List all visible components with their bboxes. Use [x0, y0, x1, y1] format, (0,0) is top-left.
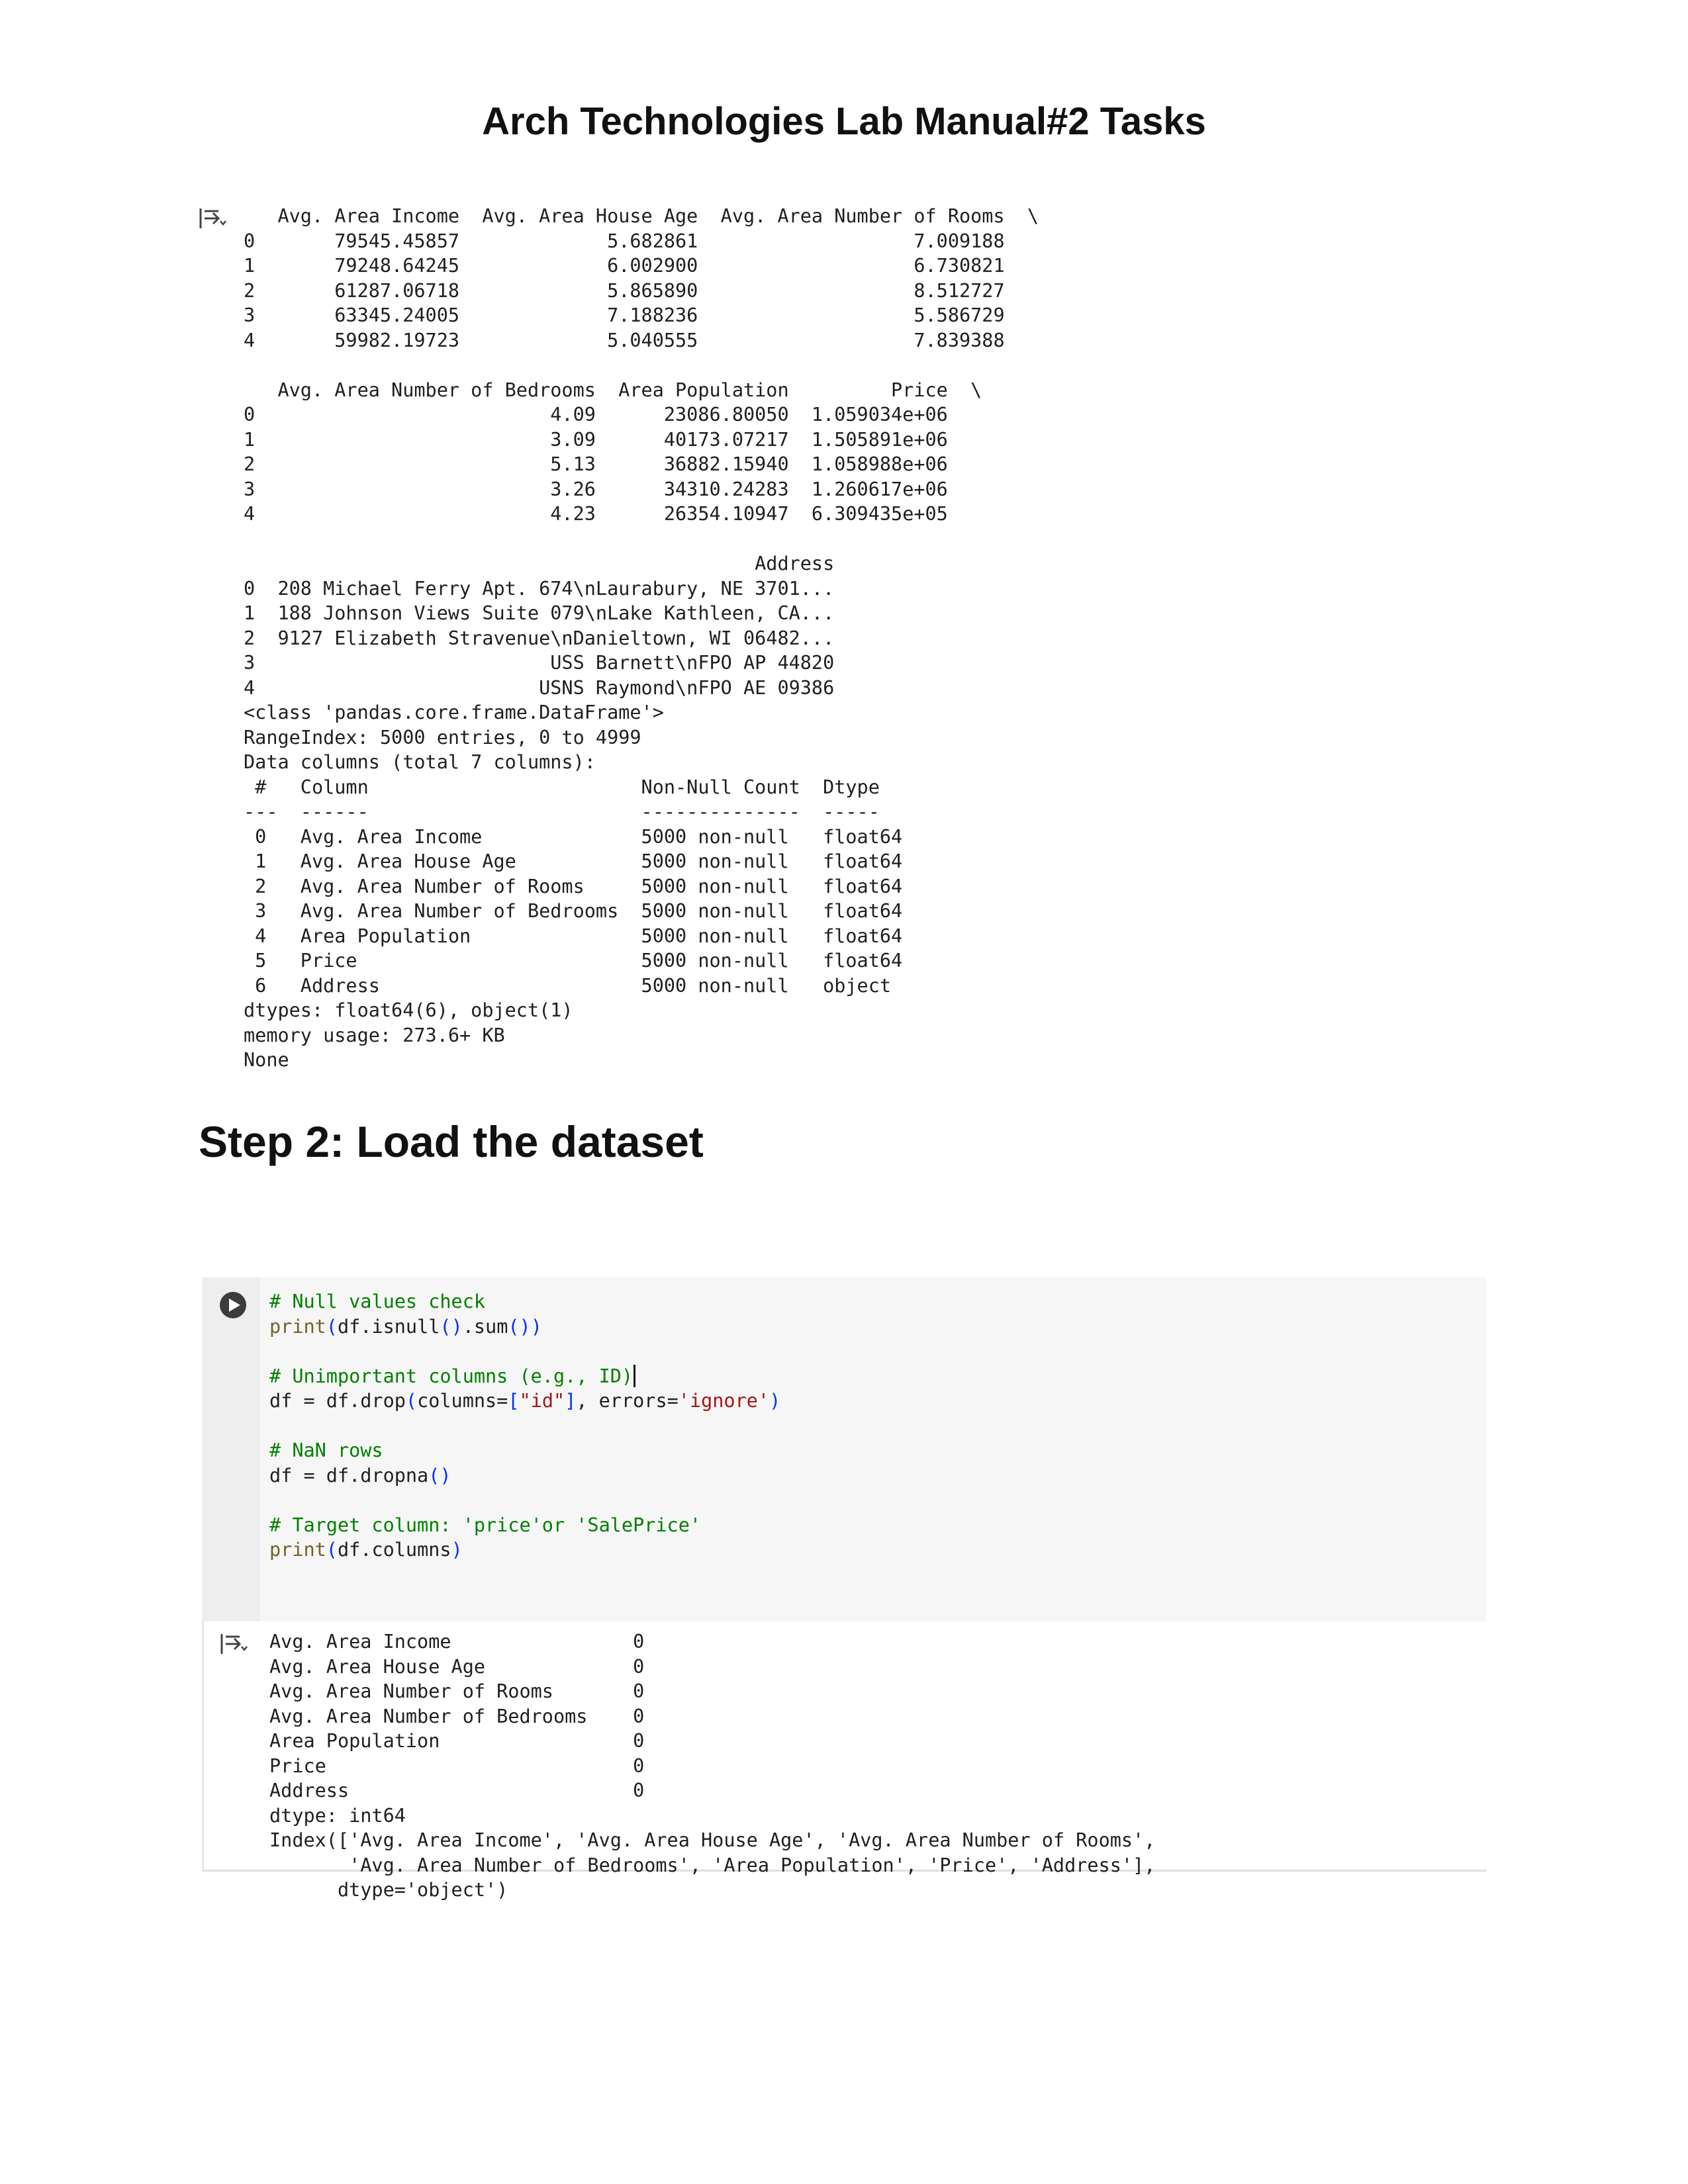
- code-function: print: [269, 1539, 326, 1561]
- output-line: --- ------ -------------- -----: [244, 801, 903, 823]
- output-line: Data columns (total 7 columns):: [244, 751, 596, 773]
- output-line: Avg. Area Income Avg. Area House Age Avg…: [244, 205, 1039, 227]
- output-line: 4 4.23 26354.10947 6.309435e+05: [244, 503, 982, 525]
- code-paren: (: [326, 1539, 338, 1561]
- output-line: Avg. Area Number of Rooms 0: [269, 1680, 645, 1702]
- output-line: None: [244, 1049, 289, 1071]
- output-collapse-icon[interactable]: [220, 1631, 249, 1657]
- output-line: Avg. Area Number of Bedrooms Area Popula…: [244, 379, 982, 401]
- output-line: RangeIndex: 5000 entries, 0 to 4999: [244, 726, 641, 749]
- code-comment: # NaN rows: [269, 1439, 383, 1461]
- output-line: 3 USS Barnett\nFPO AP 44820: [244, 652, 857, 674]
- output-line: 'Avg. Area Number of Bedrooms', 'Area Po…: [269, 1854, 1156, 1876]
- code-text: columns=: [417, 1390, 508, 1412]
- output-line: ​: [244, 353, 1039, 378]
- output-line: 2 9127 Elizabeth Stravenue\nDanieltown, …: [244, 627, 857, 649]
- code-line: print(df.isnull().sum()): [269, 1314, 780, 1340]
- output-line: 5 Price 5000 non-null float64: [244, 950, 903, 972]
- cell-gutter: [202, 1277, 260, 1621]
- output-line: dtype: int64: [269, 1804, 406, 1827]
- output-line: dtypes: float64(6), object(1): [244, 999, 573, 1021]
- output-collapse-icon[interactable]: [199, 205, 228, 232]
- dataframe-output-text: Avg. Area Income Avg. Area House Age Avg…: [244, 204, 1039, 1073]
- code-text: , errors=: [576, 1390, 679, 1412]
- output-line: dtype='object'): [269, 1879, 508, 1901]
- code-line: # Unimportant columns (e.g., ID): [269, 1364, 780, 1389]
- output-line: Price 0: [269, 1754, 645, 1777]
- output-line: 0 79545.45857 5.682861 7.009188: [244, 230, 1039, 252]
- code-text: df = df.dropna: [269, 1464, 429, 1486]
- code-line: # NaN rows: [269, 1438, 780, 1463]
- code-paren: (): [428, 1464, 451, 1486]
- code-string: "id": [519, 1390, 565, 1412]
- code-paren: (: [326, 1315, 338, 1338]
- output-line: Area Population 0: [269, 1730, 645, 1752]
- output-line: 2 5.13 36882.15940 1.058988e+06: [244, 453, 982, 475]
- output-line: 2 Avg. Area Number of Rooms 5000 non-nul…: [244, 875, 903, 897]
- code-paren: ): [451, 1539, 463, 1561]
- output-line: Address: [244, 553, 857, 574]
- output-line: 1 Avg. Area House Age 5000 non-null floa…: [244, 850, 903, 872]
- output-line: Avg. Area Number of Bedrooms 0: [269, 1705, 645, 1727]
- code-text: df = df.drop: [269, 1390, 406, 1412]
- step-heading: Step 2: Load the dataset: [199, 1117, 704, 1166]
- code-string: 'ignore': [678, 1390, 770, 1412]
- code-text: df.columns: [337, 1539, 451, 1561]
- cell-output-text: Avg. Area Income 0 Avg. Area House Age 0A…: [269, 1629, 1155, 1903]
- output-line: <class 'pandas.core.frame.DataFrame'>: [244, 702, 664, 723]
- cell-output: Avg. Area Income 0 Avg. Area House Age 0A…: [202, 1621, 1486, 1901]
- code-paren: ): [769, 1390, 781, 1412]
- code-line: # Null values check: [269, 1289, 780, 1314]
- code-paren: ()): [508, 1315, 542, 1338]
- code-comment: # Null values check: [269, 1291, 486, 1312]
- text-cursor: [633, 1364, 636, 1387]
- output-line: 0 208 Michael Ferry Apt. 674\nLaurabury,…: [244, 577, 857, 600]
- code-line: ​: [269, 1339, 780, 1364]
- code-function: print: [269, 1315, 326, 1338]
- code-paren: (: [405, 1390, 418, 1412]
- code-line: ​: [269, 1414, 780, 1439]
- output-line: Index(['Avg. Area Income', 'Avg. Area Ho…: [269, 1829, 1156, 1851]
- code-comment: # Unimportant columns (e.g., ID): [269, 1365, 633, 1387]
- output-line: 3 Avg. Area Number of Bedrooms 5000 non-…: [244, 900, 903, 922]
- code-paren: (): [440, 1315, 463, 1338]
- code-paren: [: [508, 1390, 520, 1412]
- code-line: print(df.columns): [269, 1537, 780, 1563]
- output-line: # Column Non-Null Count Dtype: [244, 776, 903, 798]
- output-line: 0 4.09 23086.80050 1.059034e+06: [244, 404, 982, 426]
- code-paren: ]: [565, 1390, 577, 1412]
- code-line: df = df.dropna(): [269, 1463, 780, 1488]
- page-title: Arch Technologies Lab Manual#2 Tasks: [482, 100, 1206, 143]
- output-line: 1 188 Johnson Views Suite 079\nLake Kath…: [244, 602, 857, 624]
- code-line: # Target column: 'price'or 'SalePrice': [269, 1513, 780, 1538]
- output-line: 4 USNS Raymond\nFPO AE 09386: [244, 676, 857, 699]
- output-line: 0 Avg. Area Income 5000 non-null float64: [244, 825, 903, 848]
- output-line: 6 Address 5000 non-null object: [244, 974, 903, 997]
- output-line: 1 3.09 40173.07217 1.505891e+06: [244, 428, 982, 451]
- code-text: .sum: [462, 1315, 508, 1338]
- code-text: df.isnull: [337, 1315, 440, 1338]
- output-line: Avg. Area House Age 0: [269, 1655, 645, 1678]
- output-line: 4 59982.19723 5.040555 7.839388: [244, 329, 1039, 351]
- output-line: Avg. Area Income 0: [269, 1631, 645, 1653]
- output-line: 3 3.26 34310.24283 1.260617e+06: [244, 478, 982, 500]
- code-line: ​: [269, 1488, 780, 1513]
- code-line: df = df.drop(columns=["id"], errors='ign…: [269, 1388, 780, 1414]
- code-comment: # Target column: 'price'or 'SalePrice': [269, 1514, 702, 1536]
- output-line: Address 0: [269, 1780, 645, 1801]
- output-line: 1 79248.64245 6.002900 6.730821: [244, 255, 1039, 277]
- notebook-code-cell[interactable]: # Null values check print(df.isnull().sum…: [202, 1277, 1486, 1919]
- run-cell-icon[interactable]: [218, 1291, 248, 1320]
- output-line: ​: [244, 527, 1039, 552]
- output-line: 3 63345.24005 7.188236 5.586729: [244, 304, 1039, 326]
- code-lines[interactable]: # Null values check print(df.isnull().sum…: [269, 1289, 780, 1563]
- output-line: 2 61287.06718 5.865890 8.512727: [244, 279, 1039, 302]
- output-line: memory usage: 273.6+ KB: [244, 1024, 505, 1046]
- output-line: 4 Area Population 5000 non-null float64: [244, 925, 903, 947]
